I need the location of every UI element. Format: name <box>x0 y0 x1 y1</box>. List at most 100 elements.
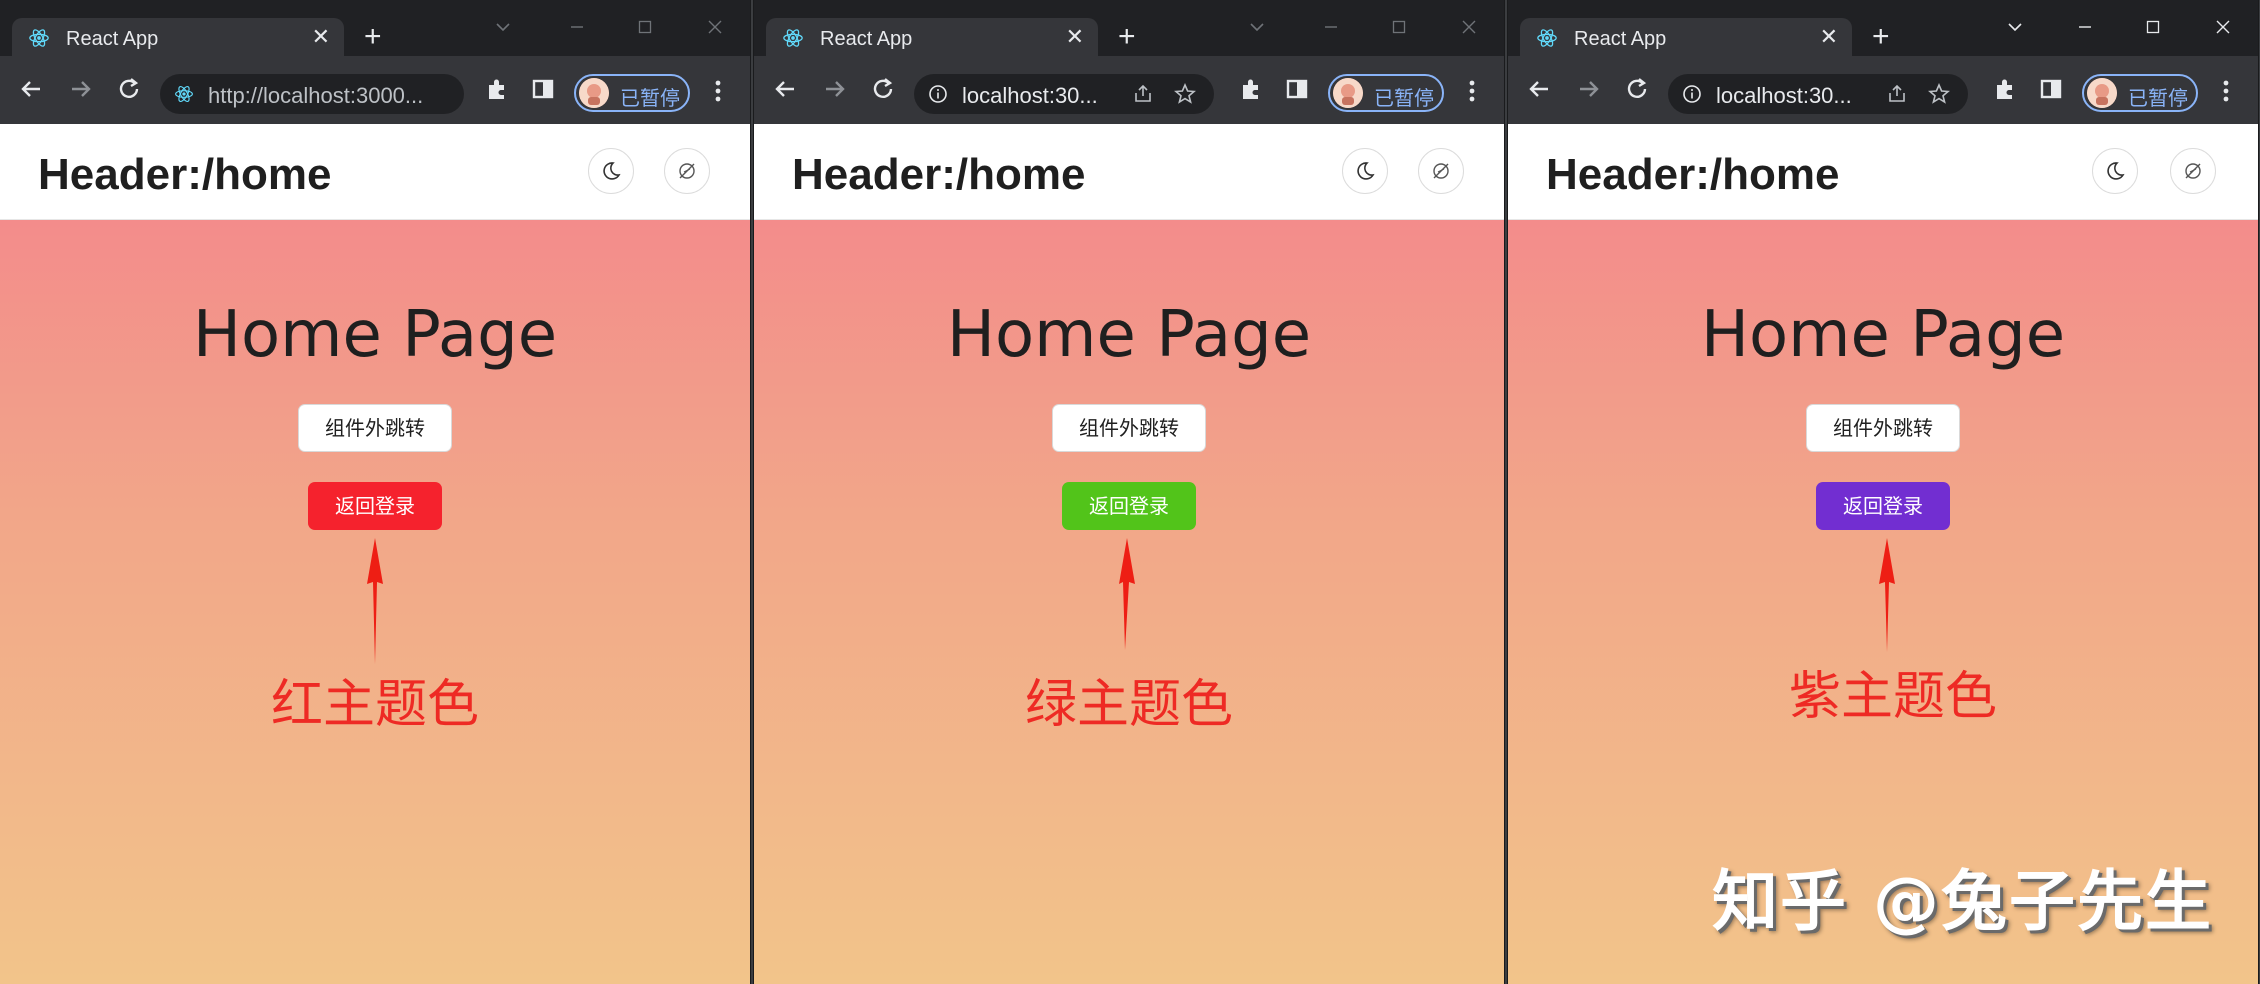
menu-icon[interactable] <box>1462 76 1482 106</box>
close-window-icon[interactable] <box>1446 12 1492 42</box>
tab-react-app[interactable]: React App ✕ <box>1520 18 1852 56</box>
tab-strip: React App ✕ + <box>754 0 1504 56</box>
star-icon[interactable] <box>1174 83 1196 105</box>
extensions-icon[interactable] <box>1236 74 1266 104</box>
forward-icon[interactable] <box>66 74 96 104</box>
external-navigate-button[interactable]: 组件外跳转 <box>298 404 452 452</box>
theme-toggle-button[interactable] <box>1342 148 1388 194</box>
header-title: Header:/home <box>38 150 332 199</box>
annotation-arrow <box>1879 538 1895 652</box>
moon-icon <box>1357 162 1375 180</box>
back-icon[interactable] <box>1524 74 1554 104</box>
browser-window-green: React App ✕ + localhost:30... 已暂停 Header… <box>754 0 1504 984</box>
visibility-toggle-button[interactable] <box>664 148 710 194</box>
page-title: Home Page <box>946 298 1312 372</box>
address-bar[interactable]: localhost:30... <box>914 74 1214 114</box>
react-icon <box>783 29 803 47</box>
sidepanel-icon[interactable] <box>2036 74 2066 104</box>
url-text: http://localhost:3000... <box>208 83 424 108</box>
tab-react-app[interactable]: React App ✕ <box>766 18 1098 56</box>
react-icon <box>29 29 49 47</box>
star-icon[interactable] <box>1928 83 1950 105</box>
annotation-arrow <box>1119 538 1135 650</box>
theme-annotation: 红主题色 <box>270 675 479 735</box>
profile-status-label: 已暂停 <box>620 86 680 110</box>
tab-close-icon[interactable]: ✕ <box>1820 25 1838 49</box>
address-bar[interactable]: localhost:30... <box>1668 74 1968 114</box>
tab-title: React App <box>1574 28 1667 50</box>
moon-icon <box>603 162 621 180</box>
tab-search-icon[interactable] <box>1234 12 1280 42</box>
reload-icon[interactable] <box>114 74 144 104</box>
close-window-icon[interactable] <box>692 12 738 42</box>
info-icon <box>1683 85 1701 103</box>
back-icon[interactable] <box>770 74 800 104</box>
minimize-icon[interactable] <box>554 12 600 42</box>
profile-status-label: 已暂停 <box>2128 86 2188 110</box>
tab-search-icon[interactable] <box>1992 12 2038 42</box>
new-tab-button[interactable]: + <box>1872 22 1890 52</box>
maximize-icon[interactable] <box>1376 12 1422 42</box>
external-navigate-button[interactable]: 组件外跳转 <box>1806 404 1960 452</box>
profile-button[interactable]: 已暂停 <box>2082 74 2198 112</box>
new-tab-button[interactable]: + <box>1118 22 1136 52</box>
new-tab-button[interactable]: + <box>364 22 382 52</box>
tab-close-icon[interactable]: ✕ <box>1066 25 1084 49</box>
browser-window-purple: React App ✕ + localhost:30... 已暂停 Header… <box>1508 0 2258 984</box>
annotation-arrow <box>367 538 383 664</box>
eye-off-icon <box>1433 163 1449 179</box>
profile-button[interactable]: 已暂停 <box>574 74 690 112</box>
web-page: Header:/home Home Page 组件外跳转 返回登录 红主题色 <box>0 124 750 984</box>
share-icon[interactable] <box>1886 83 1908 105</box>
tab-react-app[interactable]: React App ✕ <box>12 18 344 56</box>
web-page: Header:/home Home Page 组件外跳转 返回登录 绿主题色 <box>754 124 1504 984</box>
screenshot-stage: React App ✕ + http://localhost:3000... 已… <box>0 0 2260 984</box>
back-to-login-button[interactable]: 返回登录 <box>1816 482 1950 530</box>
theme-toggle-button[interactable] <box>588 148 634 194</box>
tab-close-icon[interactable]: ✕ <box>312 25 330 49</box>
minimize-icon[interactable] <box>2062 12 2108 42</box>
extensions-icon[interactable] <box>482 74 512 104</box>
header-title: Header:/home <box>792 150 1086 199</box>
profile-button[interactable]: 已暂停 <box>1328 74 1444 112</box>
moon-icon <box>2107 162 2125 180</box>
back-icon[interactable] <box>16 74 46 104</box>
tab-search-icon[interactable] <box>480 12 526 42</box>
zhihu-watermark: 知乎 @兔子先生 <box>1712 863 2213 940</box>
avatar <box>1333 78 1363 108</box>
browser-window-red: React App ✕ + http://localhost:3000... 已… <box>0 0 750 984</box>
react-icon <box>175 86 193 102</box>
sidepanel-icon[interactable] <box>528 74 558 104</box>
browser-toolbar: http://localhost:3000... 已暂停 <box>0 56 750 124</box>
page-title: Home Page <box>192 298 558 372</box>
page-content: Home Page 组件外跳转 返回登录 绿主题色 <box>754 220 1504 984</box>
avatar <box>2087 78 2117 108</box>
menu-icon[interactable] <box>708 76 728 106</box>
eye-off-icon <box>2185 163 2201 179</box>
react-icon <box>1537 29 1557 47</box>
reload-icon[interactable] <box>1622 74 1652 104</box>
maximize-icon[interactable] <box>622 12 668 42</box>
sidepanel-icon[interactable] <box>1282 74 1312 104</box>
visibility-toggle-button[interactable] <box>1418 148 1464 194</box>
close-window-icon[interactable] <box>2200 12 2246 42</box>
minimize-icon[interactable] <box>1308 12 1354 42</box>
forward-icon[interactable] <box>1574 74 1604 104</box>
menu-icon[interactable] <box>2216 76 2236 106</box>
browser-toolbar: localhost:30... 已暂停 <box>1508 56 2258 124</box>
visibility-toggle-button[interactable] <box>2170 148 2216 194</box>
back-to-login-button[interactable]: 返回登录 <box>308 482 442 530</box>
back-to-login-button[interactable]: 返回登录 <box>1062 482 1196 530</box>
address-bar[interactable]: http://localhost:3000... <box>160 74 464 114</box>
share-icon[interactable] <box>1132 83 1154 105</box>
theme-toggle-button[interactable] <box>2092 148 2138 194</box>
tab-strip: React App ✕ + <box>1508 0 2258 56</box>
theme-annotation: 绿主题色 <box>1024 675 1233 735</box>
tab-title: React App <box>820 28 913 50</box>
forward-icon[interactable] <box>820 74 850 104</box>
app-header: Header:/home <box>1508 124 2258 220</box>
extensions-icon[interactable] <box>1990 74 2020 104</box>
external-navigate-button[interactable]: 组件外跳转 <box>1052 404 1206 452</box>
reload-icon[interactable] <box>868 74 898 104</box>
maximize-icon[interactable] <box>2130 12 2176 42</box>
